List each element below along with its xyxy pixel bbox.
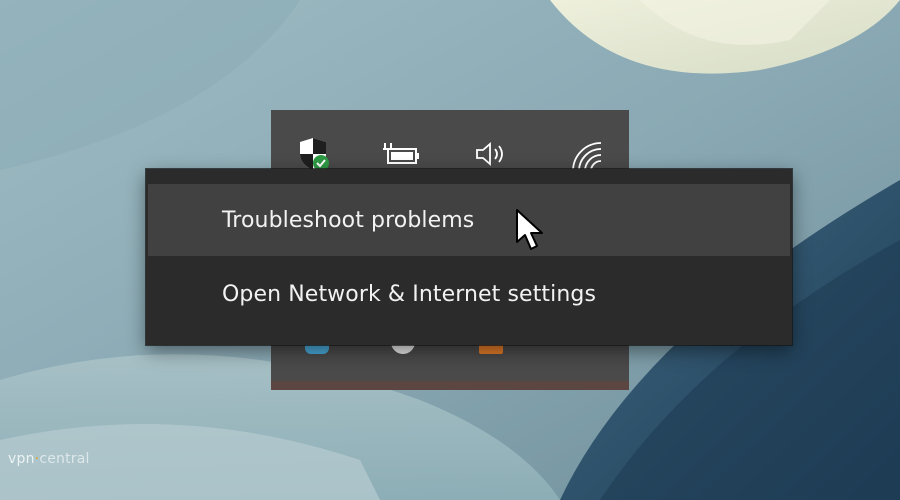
defender-shield-icon[interactable] [293,136,333,172]
menu-item-label: Open Network & Internet settings [222,281,597,307]
tray-bottom-strip [271,381,629,390]
battery-charging-icon[interactable] [381,136,421,172]
menu-item-label: Troubleshoot problems [222,207,475,233]
mouse-pointer-icon [516,209,543,250]
speaker-volume-icon[interactable] [471,136,511,172]
network-context-menu: Troubleshoot problems Open Network & Int… [146,169,792,345]
watermark-suffix: central [39,451,90,467]
wifi-icon[interactable] [567,136,607,172]
watermark-logo: vpn·central [8,451,90,467]
menu-top-padding [146,169,792,182]
menu-item-troubleshoot[interactable]: Troubleshoot problems [148,184,790,256]
desktop: Troubleshoot problems Open Network & Int… [0,0,900,500]
menu-item-network-settings[interactable]: Open Network & Internet settings [148,258,790,330]
watermark-prefix: vpn [8,451,35,467]
